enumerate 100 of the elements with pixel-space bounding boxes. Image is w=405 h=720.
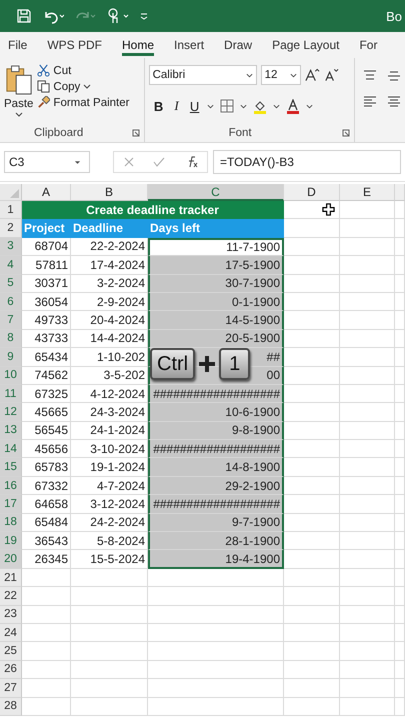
bold-button[interactable]: B [152, 98, 165, 114]
ribbon-tab[interactable]: File [8, 34, 28, 56]
align-top-icon[interactable] [363, 70, 377, 82]
row-header[interactable]: 4 [0, 256, 22, 275]
table-cell[interactable]: 0-1-1900 [148, 292, 284, 312]
row-header[interactable]: 11 [0, 384, 22, 404]
empty-cell [284, 606, 340, 624]
format-painter-button[interactable]: Format Painter [37, 96, 130, 109]
row-header[interactable]: 24 [0, 624, 22, 642]
row-header[interactable]: 23 [0, 606, 22, 624]
empty-cell [395, 660, 405, 680]
empty-cell [340, 514, 395, 532]
column-header[interactable]: C [148, 184, 284, 201]
font-size-dropdown[interactable]: 12 [260, 65, 301, 85]
empty-cell [395, 311, 405, 330]
table-cell[interactable]: 14-8-1900 [148, 458, 284, 477]
column-header[interactable]: B [71, 184, 148, 201]
caret-icon [306, 104, 313, 108]
formula-field[interactable]: =TODAY()-B3 [213, 150, 401, 174]
font-family-dropdown[interactable]: Calibri [148, 65, 257, 85]
row-header[interactable]: 6 [0, 292, 22, 312]
table-cell[interactable]: ################### [148, 384, 284, 404]
table-cell[interactable]: ################### [148, 440, 284, 458]
table-cell[interactable]: 9-8-1900 [148, 422, 284, 440]
row-header[interactable]: 3 [0, 238, 22, 256]
empty-cell [395, 348, 405, 367]
table-cell[interactable]: ################### [148, 495, 284, 514]
shrink-font-icon[interactable] [324, 68, 339, 82]
row-header[interactable]: 5 [0, 274, 22, 293]
row-header[interactable]: 22 [0, 587, 22, 606]
customize-icon[interactable] [140, 12, 148, 20]
launcher-icon[interactable] [132, 129, 140, 137]
empty-cell [340, 476, 395, 496]
row-header[interactable]: 25 [0, 642, 22, 661]
row-header[interactable]: 9 [0, 348, 22, 367]
touch-icon[interactable] [106, 8, 130, 24]
cut-button[interactable]: Cut [37, 64, 130, 77]
fill-color-icon[interactable] [252, 98, 267, 114]
row-header[interactable]: 7 [0, 311, 22, 330]
row-header[interactable]: 26 [0, 660, 22, 680]
row-header[interactable]: 16 [0, 476, 22, 496]
ribbon-tab[interactable]: Insert [174, 34, 204, 56]
row-header[interactable]: 14 [0, 440, 22, 458]
row-header[interactable]: 21 [0, 568, 22, 588]
table-cell[interactable]: 10-6-1900 [148, 403, 284, 422]
row-header[interactable]: 8 [0, 330, 22, 348]
row-header[interactable]: 18 [0, 514, 22, 532]
table-cell[interactable]: 28-1-1900 [148, 532, 284, 550]
row-header[interactable]: 19 [0, 532, 22, 550]
table-cell[interactable]: 20-5-1900 [148, 330, 284, 348]
align-left-icon[interactable] [363, 96, 377, 108]
save-icon[interactable] [16, 8, 32, 24]
empty-cell [395, 330, 405, 348]
empty-cell [395, 256, 405, 275]
name-box[interactable]: C3 [4, 151, 90, 173]
borders-icon[interactable] [220, 99, 234, 113]
brush-icon [37, 96, 50, 109]
empty-cell [340, 458, 395, 477]
row-header[interactable]: 2 [0, 219, 22, 238]
copy-button[interactable]: Copy [37, 80, 130, 93]
row-header[interactable]: 12 [0, 403, 22, 422]
row-header[interactable]: 20 [0, 550, 22, 569]
row-header[interactable]: 1 [0, 201, 22, 220]
column-heading: Deadline [71, 219, 148, 238]
column-header[interactable]: E [340, 184, 395, 201]
row-header[interactable]: 28 [0, 698, 22, 716]
italic-button[interactable]: I [170, 98, 183, 114]
column-header[interactable]: D [284, 184, 340, 201]
align-middle-icon[interactable] [387, 70, 401, 82]
empty-cell [395, 514, 405, 532]
table-cell[interactable]: 11-7-1900 [148, 238, 284, 256]
table-cell[interactable]: 14-5-1900 [148, 311, 284, 330]
launcher-icon[interactable] [342, 129, 350, 137]
table-cell[interactable]: 30-7-1900 [148, 274, 284, 293]
table-cell[interactable]: 17-5-1900 [148, 256, 284, 275]
ribbon-tab[interactable]: Page Layout [272, 34, 340, 56]
table-cell[interactable]: 29-2-1900 [148, 476, 284, 496]
ribbon-tab[interactable]: For [359, 34, 378, 56]
group-label: Clipboard [34, 127, 84, 139]
empty-cell [340, 256, 395, 275]
ribbon-tab[interactable]: Draw [224, 34, 252, 56]
underline-button[interactable]: U [188, 98, 201, 114]
row-header[interactable]: 13 [0, 422, 22, 440]
row-header[interactable]: 15 [0, 458, 22, 477]
table-cell: 67325 [22, 384, 71, 404]
table-cell[interactable]: 9-7-1900 [148, 514, 284, 532]
align-center-icon[interactable] [387, 96, 401, 108]
font-color-icon[interactable] [286, 98, 300, 114]
row-header[interactable]: 27 [0, 679, 22, 698]
ribbon-tab[interactable]: WPS PDF [47, 34, 102, 56]
row-header[interactable]: 10 [0, 366, 22, 385]
column-header[interactable]: A [22, 184, 71, 201]
grow-font-icon[interactable] [304, 68, 320, 82]
clipboard-icon [4, 64, 33, 96]
paste-button[interactable]: Paste [4, 62, 34, 124]
table-cell[interactable]: 19-4-1900 [148, 550, 284, 569]
empty-cell [284, 568, 340, 588]
row-header[interactable]: 17 [0, 495, 22, 514]
empty-cell [340, 440, 395, 458]
empty-cell [395, 606, 405, 624]
